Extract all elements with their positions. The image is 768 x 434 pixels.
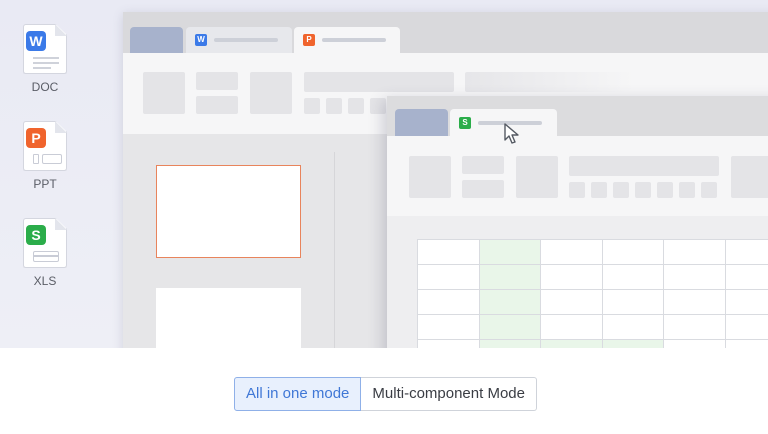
spreadsheet-grid[interactable]	[417, 239, 768, 348]
writer-tab-icon: W	[195, 34, 207, 46]
ribbon-small-button[interactable]	[196, 96, 238, 114]
spreadsheet-badge-icon: S	[26, 225, 46, 245]
slide-thumbnail-selected[interactable]	[156, 165, 301, 258]
spreadsheet-tab-icon: S	[459, 117, 471, 129]
ppt-file-label: PPT	[33, 177, 57, 191]
all-in-one-mode-button[interactable]: All in one mode	[234, 377, 362, 411]
blank-tab[interactable]	[395, 109, 448, 136]
ribbon-large-button[interactable]	[516, 156, 558, 198]
xls-file-icon: S	[23, 218, 67, 268]
ribbon-large-button[interactable]	[143, 72, 185, 114]
ribbon-large-button[interactable]	[250, 72, 292, 114]
ribbon-large-button[interactable]	[731, 156, 768, 198]
doc-file-icon: W	[23, 24, 67, 74]
presentation-tab-icon: P	[303, 34, 315, 46]
mouse-cursor-icon	[504, 123, 519, 144]
presentation-badge-icon: P	[26, 128, 46, 148]
ppt-file[interactable]: P PPT	[22, 121, 68, 191]
writer-tab[interactable]: W	[186, 27, 292, 53]
doc-file-label: DOC	[31, 80, 59, 94]
multi-component-mode-button[interactable]: Multi-component Mode	[361, 377, 537, 411]
ribbon-dropdown[interactable]	[304, 72, 454, 92]
xls-file[interactable]: S XLS	[22, 218, 68, 288]
presentation-tab[interactable]: P	[294, 27, 400, 53]
spreadsheet-grid-area	[387, 216, 768, 348]
ribbon-large-button[interactable]	[409, 156, 451, 198]
blank-tab[interactable]	[130, 27, 183, 53]
ribbon-dropdown[interactable]	[569, 156, 719, 176]
xls-file-label: XLS	[33, 274, 57, 288]
slide-thumbnail[interactable]	[156, 288, 301, 348]
doc-file[interactable]: W DOC	[22, 24, 68, 94]
ribbon-small-button[interactable]	[462, 156, 504, 174]
writer-badge-icon: W	[26, 31, 46, 51]
ribbon-small-button[interactable]	[196, 72, 238, 90]
ppt-file-icon: P	[23, 121, 67, 171]
ribbon-small-button[interactable]	[462, 180, 504, 198]
illustration-area: W DOC P PPT S XLS W P S	[0, 0, 768, 348]
spreadsheet-ribbon	[387, 136, 768, 216]
spreadsheet-window: S	[387, 96, 768, 348]
mode-switch: All in one mode Multi-component Mode	[234, 377, 537, 411]
